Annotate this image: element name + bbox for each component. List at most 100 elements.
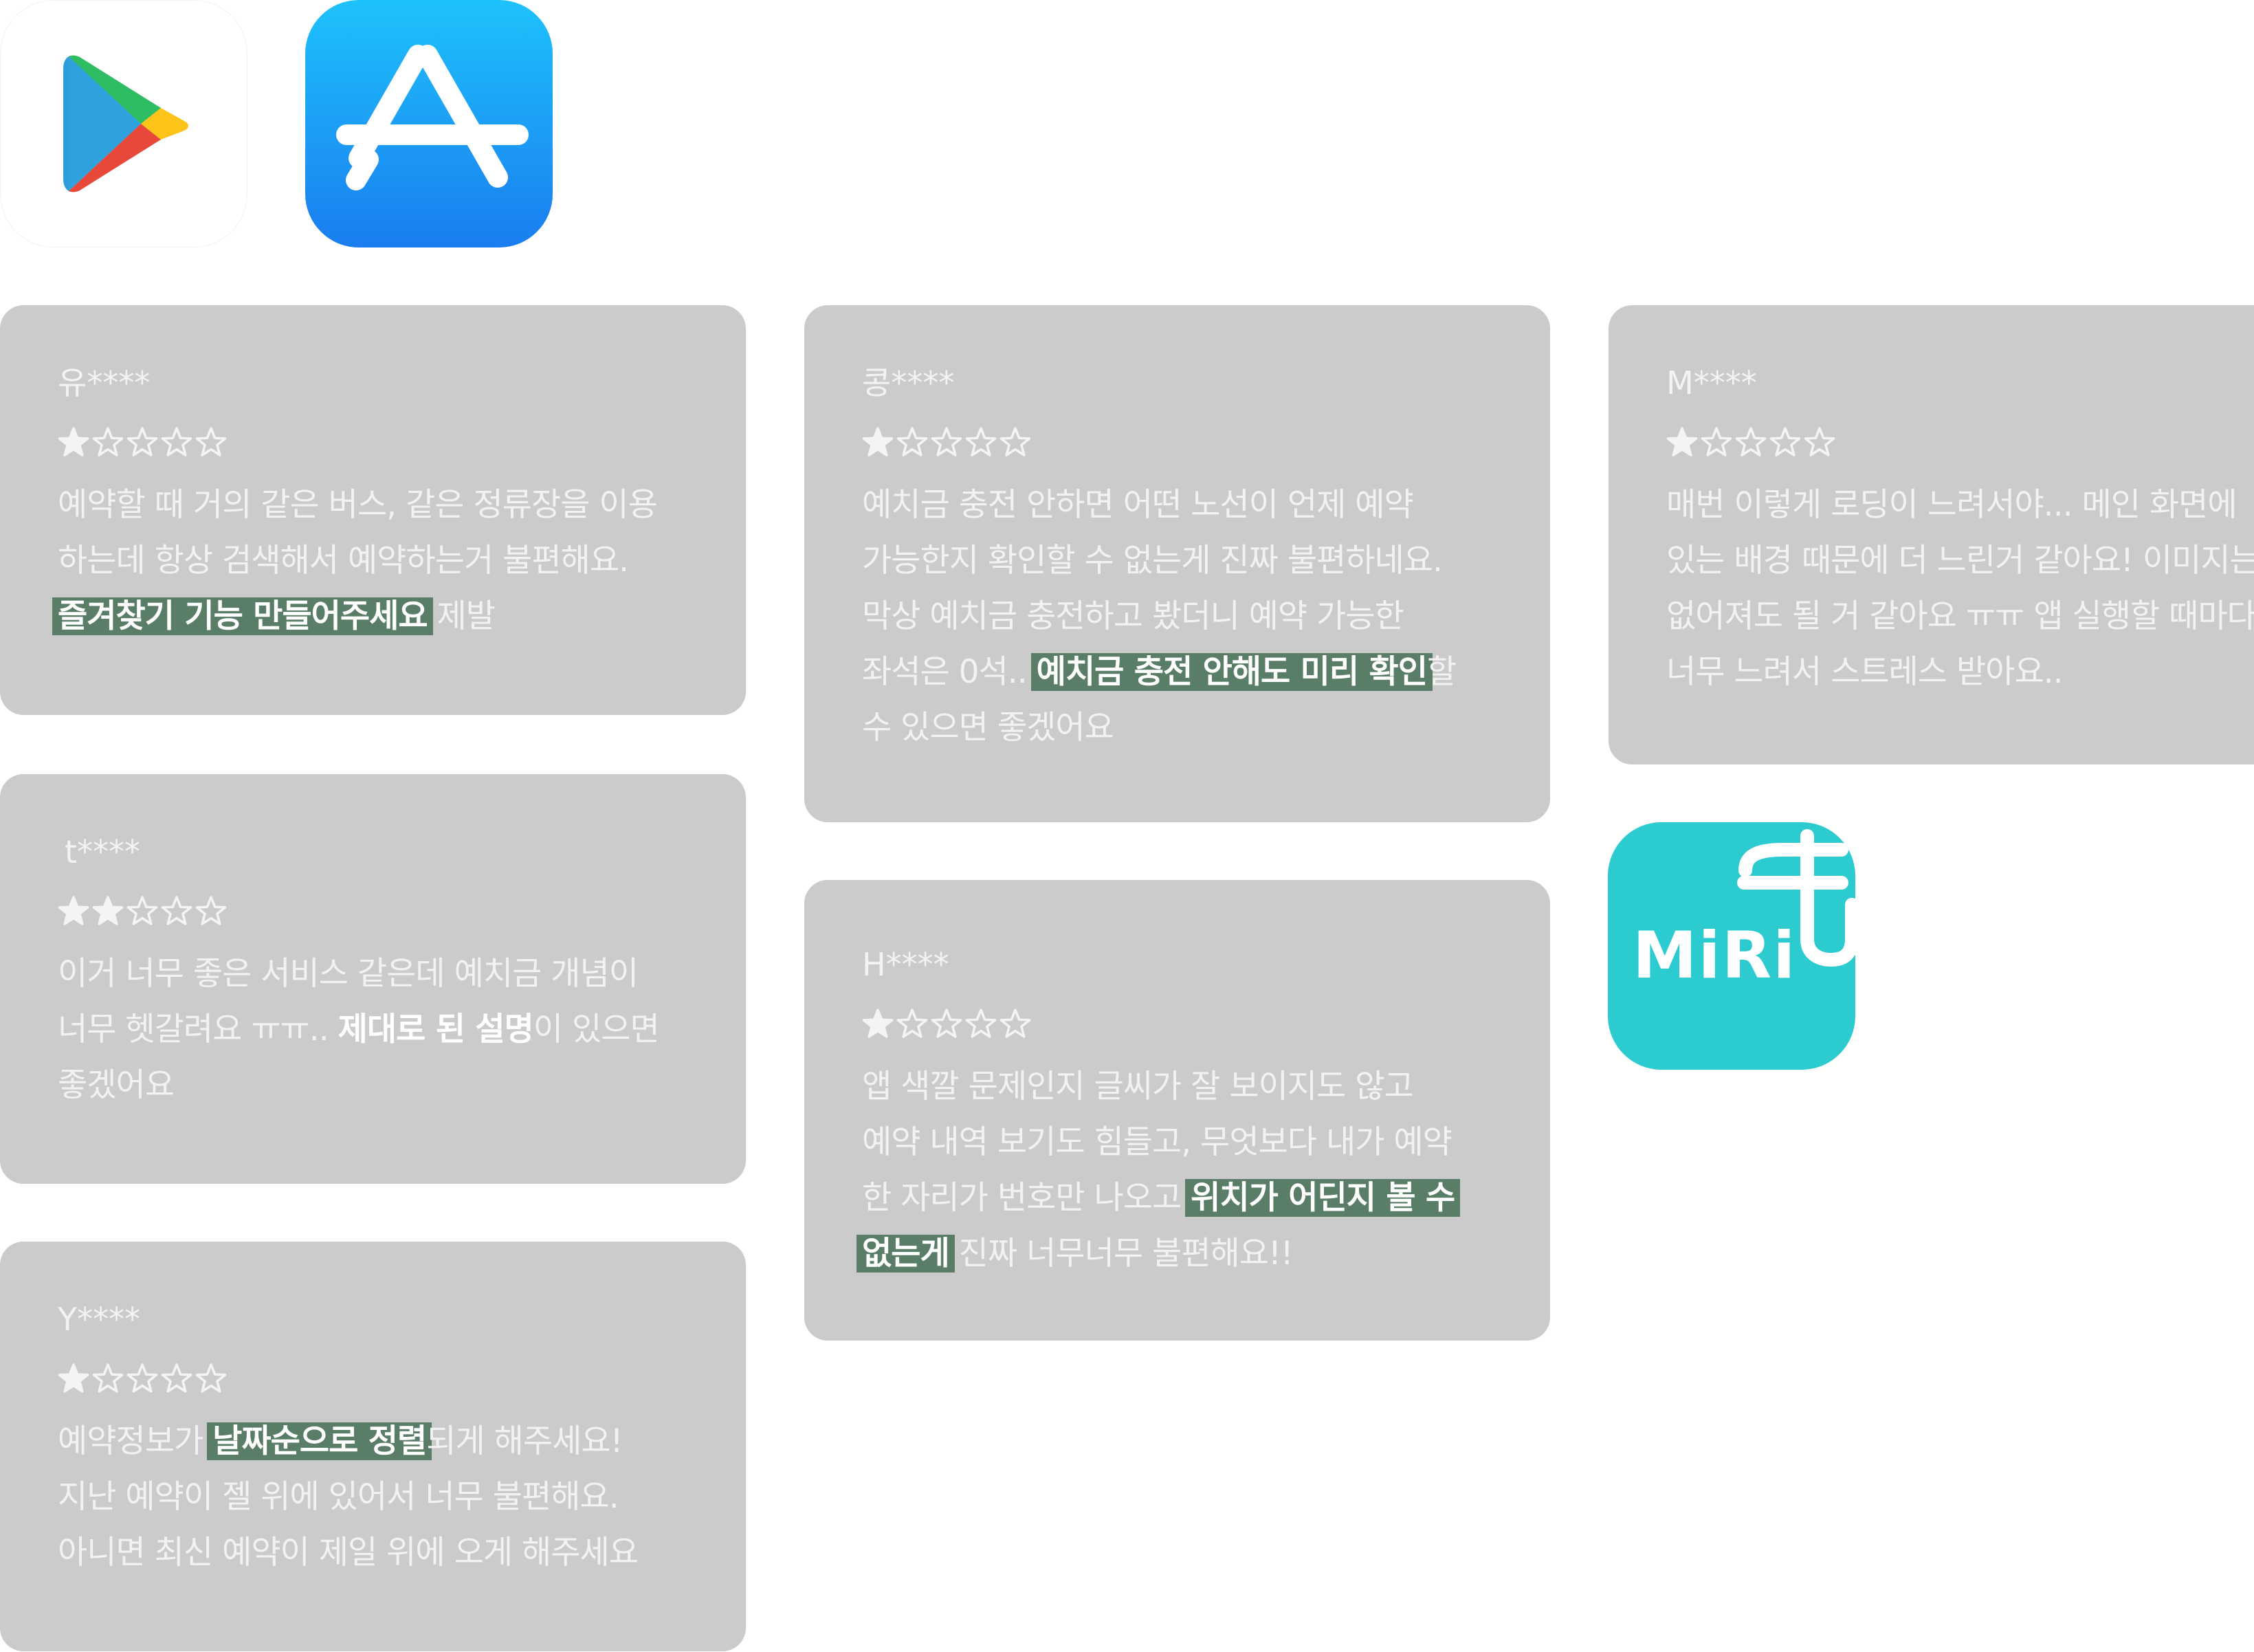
review-line: 없어져도 될 거 같아요 ㅠㅠ 앱 실행할 때마다 (1666, 588, 2254, 644)
review-line: 하는데 항상 검색해서 예약하는거 불편해요. (58, 533, 689, 588)
review-line: 가능한지 확인할 수 없는게 진짜 불편하네요. (862, 533, 1494, 588)
star-filled-icon (58, 427, 89, 456)
bold-phrase: 제대로 된 설명 (338, 1011, 534, 1048)
review-line: 너무 헷갈려요 ㅠㅠ.. 제대로 된 설명이 있으면 (58, 1002, 689, 1057)
review-text-segment: 막상 예치금 충전하고 봤더니 예약 가능한 (862, 597, 1404, 635)
star-empty-icon (1701, 427, 1732, 456)
highlighted-phrase: 없는게 (857, 1235, 955, 1273)
review-username: t**** (65, 833, 141, 870)
star-filled-icon (1666, 427, 1698, 456)
review-username: 유**** (58, 364, 151, 401)
review-text: 매번 이렇게 로딩이 느려서야... 메인 화면에있는 배경 때문에 더 느린거… (1666, 477, 2254, 700)
review-line: 막상 예치금 충전하고 봤더니 예약 가능한 (862, 588, 1494, 644)
review-line: 수 있으면 좋겠어요 (862, 700, 1494, 756)
review-card: Y**** 예약정보가 날짜순으로 정렬되게 해주세요! 지난 예약이 젤 위에 … (0, 1242, 746, 1651)
review-username: 콩**** (862, 364, 955, 401)
review-text-segment: 좋겠어요 (58, 1066, 175, 1104)
review-line: 너무 느려서 스트레스 받아요.. (1666, 644, 2198, 700)
review-text-segment: 진짜 너무너무 불편해요!! (949, 1235, 1294, 1273)
review-line: 없는게 진짜 너무너무 불편해요!! (857, 1226, 1494, 1281)
review-line: 예약정보가 날짜순으로 정렬되게 해주세요! (58, 1413, 689, 1469)
review-line: 있는 배경 때문에 더 느린거 같아요! 이미지는 (1666, 533, 2254, 588)
highlighted-phrase: 예치금 충전 안해도 미리 확인 (1030, 653, 1433, 691)
review-text-segment: 이 있으면 (533, 1011, 660, 1048)
review-text-segment: 없어져도 될 거 같아요 ㅠㅠ 앱 실행할 때마다 (1666, 597, 2254, 635)
review-card: M**** 매번 이렇게 로딩이 느려서야... 메인 화면에있는 배경 때문에… (1609, 305, 2254, 764)
review-username: H**** (862, 946, 949, 983)
review-line: 예치금 충전 안하면 어떤 노선이 언제 예약 (862, 477, 1494, 533)
review-text-segment: 예치금 충전 안하면 어떤 노선이 언제 예약 (862, 486, 1414, 524)
star-filled-icon (58, 1363, 89, 1393)
review-line: 즐겨찾기 기능 만들어주세요 제발 (52, 588, 689, 644)
review-text-segment: 아니면 최신 예약이 제일 위에 오게 해주세요 (58, 1534, 639, 1572)
review-line: 예약할 때 거의 같은 버스, 같은 정류장을 이용 (58, 477, 689, 533)
highlighted-phrase: 날짜순으로 정렬 (207, 1422, 432, 1460)
star-empty-icon (965, 1009, 997, 1038)
star-filled-icon (58, 896, 89, 925)
review-text-segment: 예약정보가 (58, 1422, 213, 1460)
review-line: 좋겠어요 (58, 1057, 689, 1113)
review-text-segment: 있는 배경 때문에 더 느린거 같아요! 이미지는 (1666, 542, 2254, 580)
review-text-segment: 가능한지 확인할 수 없는게 진짜 불편하네요. (862, 542, 1443, 580)
star-empty-icon (161, 427, 192, 456)
review-text-segment: 예약 내역 보기도 힘들고, 무엇보다 내가 예약 (862, 1123, 1452, 1161)
review-text-segment: 하는데 항상 검색해서 예약하는거 불편해요. (58, 542, 629, 580)
star-rating (58, 895, 689, 927)
star-rating (862, 426, 1494, 458)
review-card: 콩**** 예치금 충전 안하면 어떤 노선이 언제 예약가능한지 확인할 수 … (804, 305, 1550, 822)
review-text-segment: 이거 너무 좋은 서비스 같은데 예치금 개념이 (58, 955, 639, 993)
highlighted-phrase: 위치가 어딘지 볼 수 (1185, 1179, 1461, 1217)
star-empty-icon (896, 427, 928, 456)
star-empty-icon (931, 427, 962, 456)
star-rating (58, 1363, 689, 1394)
review-text: 이거 너무 좋은 서비스 같은데 예치금 개념이너무 헷갈려요 ㅠㅠ.. 제대로… (58, 946, 689, 1113)
review-text-segment: 매번 이렇게 로딩이 느려서야... 메인 화면에 (1666, 486, 2238, 524)
review-text-segment: 너무 느려서 스트레스 받아요.. (1666, 653, 2064, 691)
review-text: 앱 색깔 문제인지 글씨가 잘 보이지도 않고예약 내역 보기도 힘들고, 무엇… (857, 1059, 1494, 1281)
review-text-segment: 너무 헷갈려요 ㅠㅠ.. (58, 1011, 338, 1048)
review-text-segment: 좌석은 0석.. (862, 653, 1037, 691)
review-line: 앱 색깔 문제인지 글씨가 잘 보이지도 않고 (862, 1059, 1494, 1114)
review-card: 유**** 예약할 때 거의 같은 버스, 같은 정류장을 이용하는데 항상 검… (0, 305, 746, 715)
review-username: M**** (1666, 364, 1757, 401)
star-rating (862, 1008, 1494, 1039)
star-empty-icon (161, 1363, 192, 1393)
star-empty-icon (126, 427, 158, 456)
app-store-icon (305, 0, 553, 247)
review-card: H**** 앱 색깔 문제인지 글씨가 잘 보이지도 않고예약 내역 보기도 힘… (804, 880, 1550, 1341)
review-line: 좌석은 0석.. 예치금 충전 안해도 미리 확인할 (862, 644, 1494, 700)
review-text-segment: 되게 해주세요! (426, 1422, 623, 1460)
review-text-segment: 수 있으면 좋겠어요 (862, 709, 1114, 747)
star-empty-icon (161, 896, 192, 925)
star-empty-icon (896, 1009, 928, 1038)
star-empty-icon (195, 1363, 227, 1393)
review-text-segment: 지난 예약이 젤 위에 있어서 너무 불편해요. (58, 1478, 619, 1516)
review-card: t**** 이거 너무 좋은 서비스 같은데 예치금 개념이너무 헷갈려요 ㅠㅠ… (0, 774, 746, 1184)
review-text: 예약할 때 거의 같은 버스, 같은 정류장을 이용하는데 항상 검색해서 예약… (52, 477, 689, 644)
miri-logo-text: MiRi (1633, 918, 1797, 993)
review-text-segment: 한 자리가 번호만 나오고 (862, 1179, 1191, 1217)
star-empty-icon (999, 427, 1031, 456)
star-empty-icon (92, 1363, 124, 1393)
review-text-segment: 앱 색깔 문제인지 글씨가 잘 보이지도 않고 (862, 1068, 1414, 1105)
review-text: 예치금 충전 안하면 어떤 노선이 언제 예약가능한지 확인할 수 없는게 진짜… (862, 477, 1494, 756)
review-text-segment: 할 (1426, 653, 1457, 691)
review-line: 매번 이렇게 로딩이 느려서야... 메인 화면에 (1666, 477, 2238, 533)
star-empty-icon (931, 1009, 962, 1038)
review-line: 한 자리가 번호만 나오고 위치가 어딘지 볼 수 (862, 1170, 1494, 1226)
review-line: 이거 너무 좋은 서비스 같은데 예치금 개념이 (58, 946, 689, 1002)
star-empty-icon (195, 896, 227, 925)
star-filled-icon (862, 427, 894, 456)
review-text-segment: 제발 (427, 597, 496, 635)
star-filled-icon (862, 1009, 894, 1038)
google-play-icon (0, 0, 247, 247)
star-empty-icon (999, 1009, 1031, 1038)
star-rating (1666, 426, 2198, 458)
star-empty-icon (195, 427, 227, 456)
review-line: 아니면 최신 예약이 제일 위에 오게 해주세요 (58, 1525, 689, 1581)
star-empty-icon (965, 427, 997, 456)
star-empty-icon (126, 896, 158, 925)
highlighted-phrase: 즐겨찾기 기능 만들어주세요 (52, 597, 433, 635)
star-filled-icon (92, 896, 124, 925)
star-empty-icon (1769, 427, 1801, 456)
